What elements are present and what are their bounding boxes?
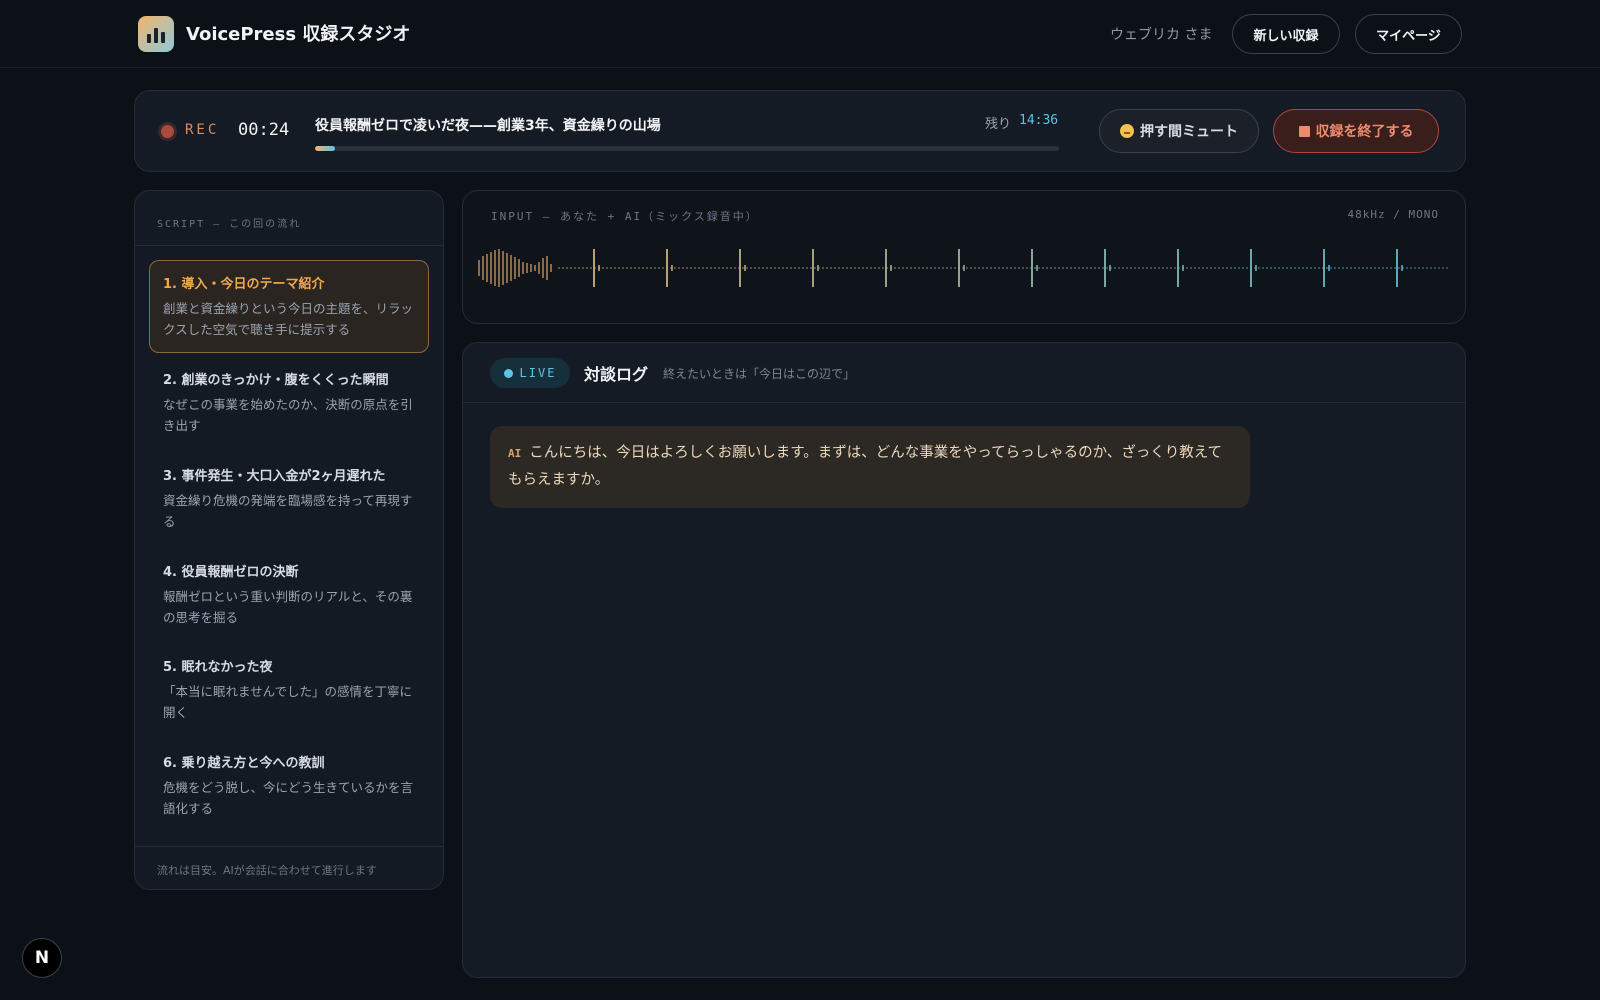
- script-item-title: 4. 役員報酬ゼロの決断: [163, 565, 299, 580]
- script-item-title: 1. 導入・今日のテーマ紹介: [163, 277, 325, 292]
- script-item-desc: 創業と資金繰りという今日の主題を、リラックスした空気で聴き手に提示する: [163, 301, 414, 337]
- live-badge: LIVE: [490, 358, 570, 388]
- new-recording-button[interactable]: 新しい収録: [1232, 14, 1340, 54]
- log-hint: 終えたいときは「今日はこの辺で」: [663, 367, 856, 381]
- waveform-label: INPUT — あなた + AI（ミックス録音中）: [491, 210, 759, 223]
- waveform-spec: 48kHz / MONO: [1347, 208, 1439, 221]
- script-item[interactable]: 6. 乗り越え方と今への教訓 危機をどう脱し、今にどう生きているかを言語化する: [149, 739, 429, 832]
- remaining-time: 14:36: [1019, 113, 1059, 128]
- push-to-mute-button[interactable]: 押す間ミュート: [1099, 109, 1259, 153]
- script-panel: SCRIPT — この回の流れ 1. 導入・今日のテーマ紹介 創業と資金繰りとい…: [134, 190, 444, 890]
- user-name: ウェブリカ さま: [1110, 27, 1213, 43]
- app-header: VoicePress 収録スタジオ ウェブリカ さま 新しい収録 マイページ: [0, 0, 1600, 68]
- log-title: 対談ログ: [584, 365, 649, 384]
- script-item-desc: 危機をどう脱し、今にどう生きているかを言語化する: [163, 780, 414, 816]
- script-item-title: 2. 創業のきっかけ・腹をくくった瞬間: [163, 373, 389, 388]
- script-item-desc: 「本当に眠れませんでした」の感情を丁寧に開く: [163, 684, 413, 720]
- elapsed-time: 00:24: [238, 120, 290, 140]
- script-item-desc: 資金繰り危機の発端を臨場感を持って再現する: [163, 493, 413, 529]
- ai-message: AI こんにちは、今日はよろしくお願いします。まずは、どんな事業をやってらっしゃる…: [490, 426, 1250, 508]
- end-recording-label: 収録を終了する: [1315, 124, 1414, 140]
- script-item[interactable]: 2. 創業のきっかけ・腹をくくった瞬間 なぜこの事業を始めたのか、決断の原点を引…: [149, 356, 429, 449]
- script-header: SCRIPT — この回の流れ: [135, 191, 443, 246]
- log-header: LIVE 対談ログ 終えたいときは「今日はこの辺で」: [463, 343, 1465, 403]
- episode-title: 役員報酬ゼロで凌いだ夜——創業3年、資金繰りの山場: [315, 118, 661, 134]
- app-logo-icon: [138, 16, 174, 52]
- script-item[interactable]: 5. 眠れなかった夜 「本当に眠れませんでした」の感情を丁寧に開く: [149, 643, 429, 736]
- script-item-desc: 報酬ゼロという重い判断のリアルと、その裏の思考を掘る: [163, 589, 413, 625]
- waveform-panel: INPUT — あなた + AI（ミックス録音中） 48kHz / MONO: [462, 190, 1466, 324]
- live-dot-icon: [503, 368, 513, 378]
- script-footer-text: 流れは目安。AIが会話に合わせて進行します: [157, 864, 377, 877]
- script-item[interactable]: 3. 事件発生・大口入金が2ヶ月遅れた 資金繰り危機の発端を臨場感を持って再現す…: [149, 452, 429, 545]
- recording-bar: REC 00:24 役員報酬ゼロで凌いだ夜——創業3年、資金繰りの山場 残り 1…: [134, 90, 1466, 172]
- end-recording-button[interactable]: 収録を終了する: [1273, 109, 1439, 153]
- rec-label: REC: [185, 122, 220, 138]
- script-footer: 流れは目安。AIが会話に合わせて進行します: [135, 846, 443, 889]
- remaining-label: 残り: [985, 117, 1012, 132]
- next-dev-badge[interactable]: N: [22, 938, 62, 978]
- rec-indicator-icon: [161, 125, 174, 138]
- ai-message-text: こんにちは、今日はよろしくお願いします。まずは、どんな事業をやってらっしゃるのか…: [508, 445, 1223, 488]
- app-title: VoicePress 収録スタジオ: [186, 24, 411, 45]
- live-label: LIVE: [519, 366, 557, 380]
- recording-progress-fill: [315, 146, 336, 151]
- script-item-title: 3. 事件発生・大口入金が2ヶ月遅れた: [163, 469, 386, 484]
- script-item[interactable]: 1. 導入・今日のテーマ紹介 創業と資金繰りという今日の主題を、リラックスした空…: [149, 260, 429, 353]
- script-item-title: 5. 眠れなかった夜: [163, 660, 273, 675]
- script-item-title: 6. 乗り越え方と今への教訓: [163, 756, 325, 771]
- ai-speaker-tag: AI: [508, 447, 522, 460]
- push-to-mute-label: 押す間ミュート: [1140, 124, 1238, 140]
- script-heading: SCRIPT — この回の流れ: [157, 219, 302, 230]
- script-item-desc: なぜこの事業を始めたのか、決断の原点を引き出す: [163, 397, 413, 433]
- script-item[interactable]: 4. 役員報酬ゼロの決断 報酬ゼロという重い判断のリアルと、その裏の思考を掘る: [149, 548, 429, 641]
- mypage-button[interactable]: マイページ: [1355, 14, 1462, 54]
- conversation-log-panel: LIVE 対談ログ 終えたいときは「今日はこの辺で」 AI こんにちは、今日はよろ…: [462, 342, 1466, 978]
- recording-progress: [315, 146, 1059, 151]
- stop-icon: [1298, 125, 1310, 137]
- shush-face-icon: [1120, 124, 1134, 138]
